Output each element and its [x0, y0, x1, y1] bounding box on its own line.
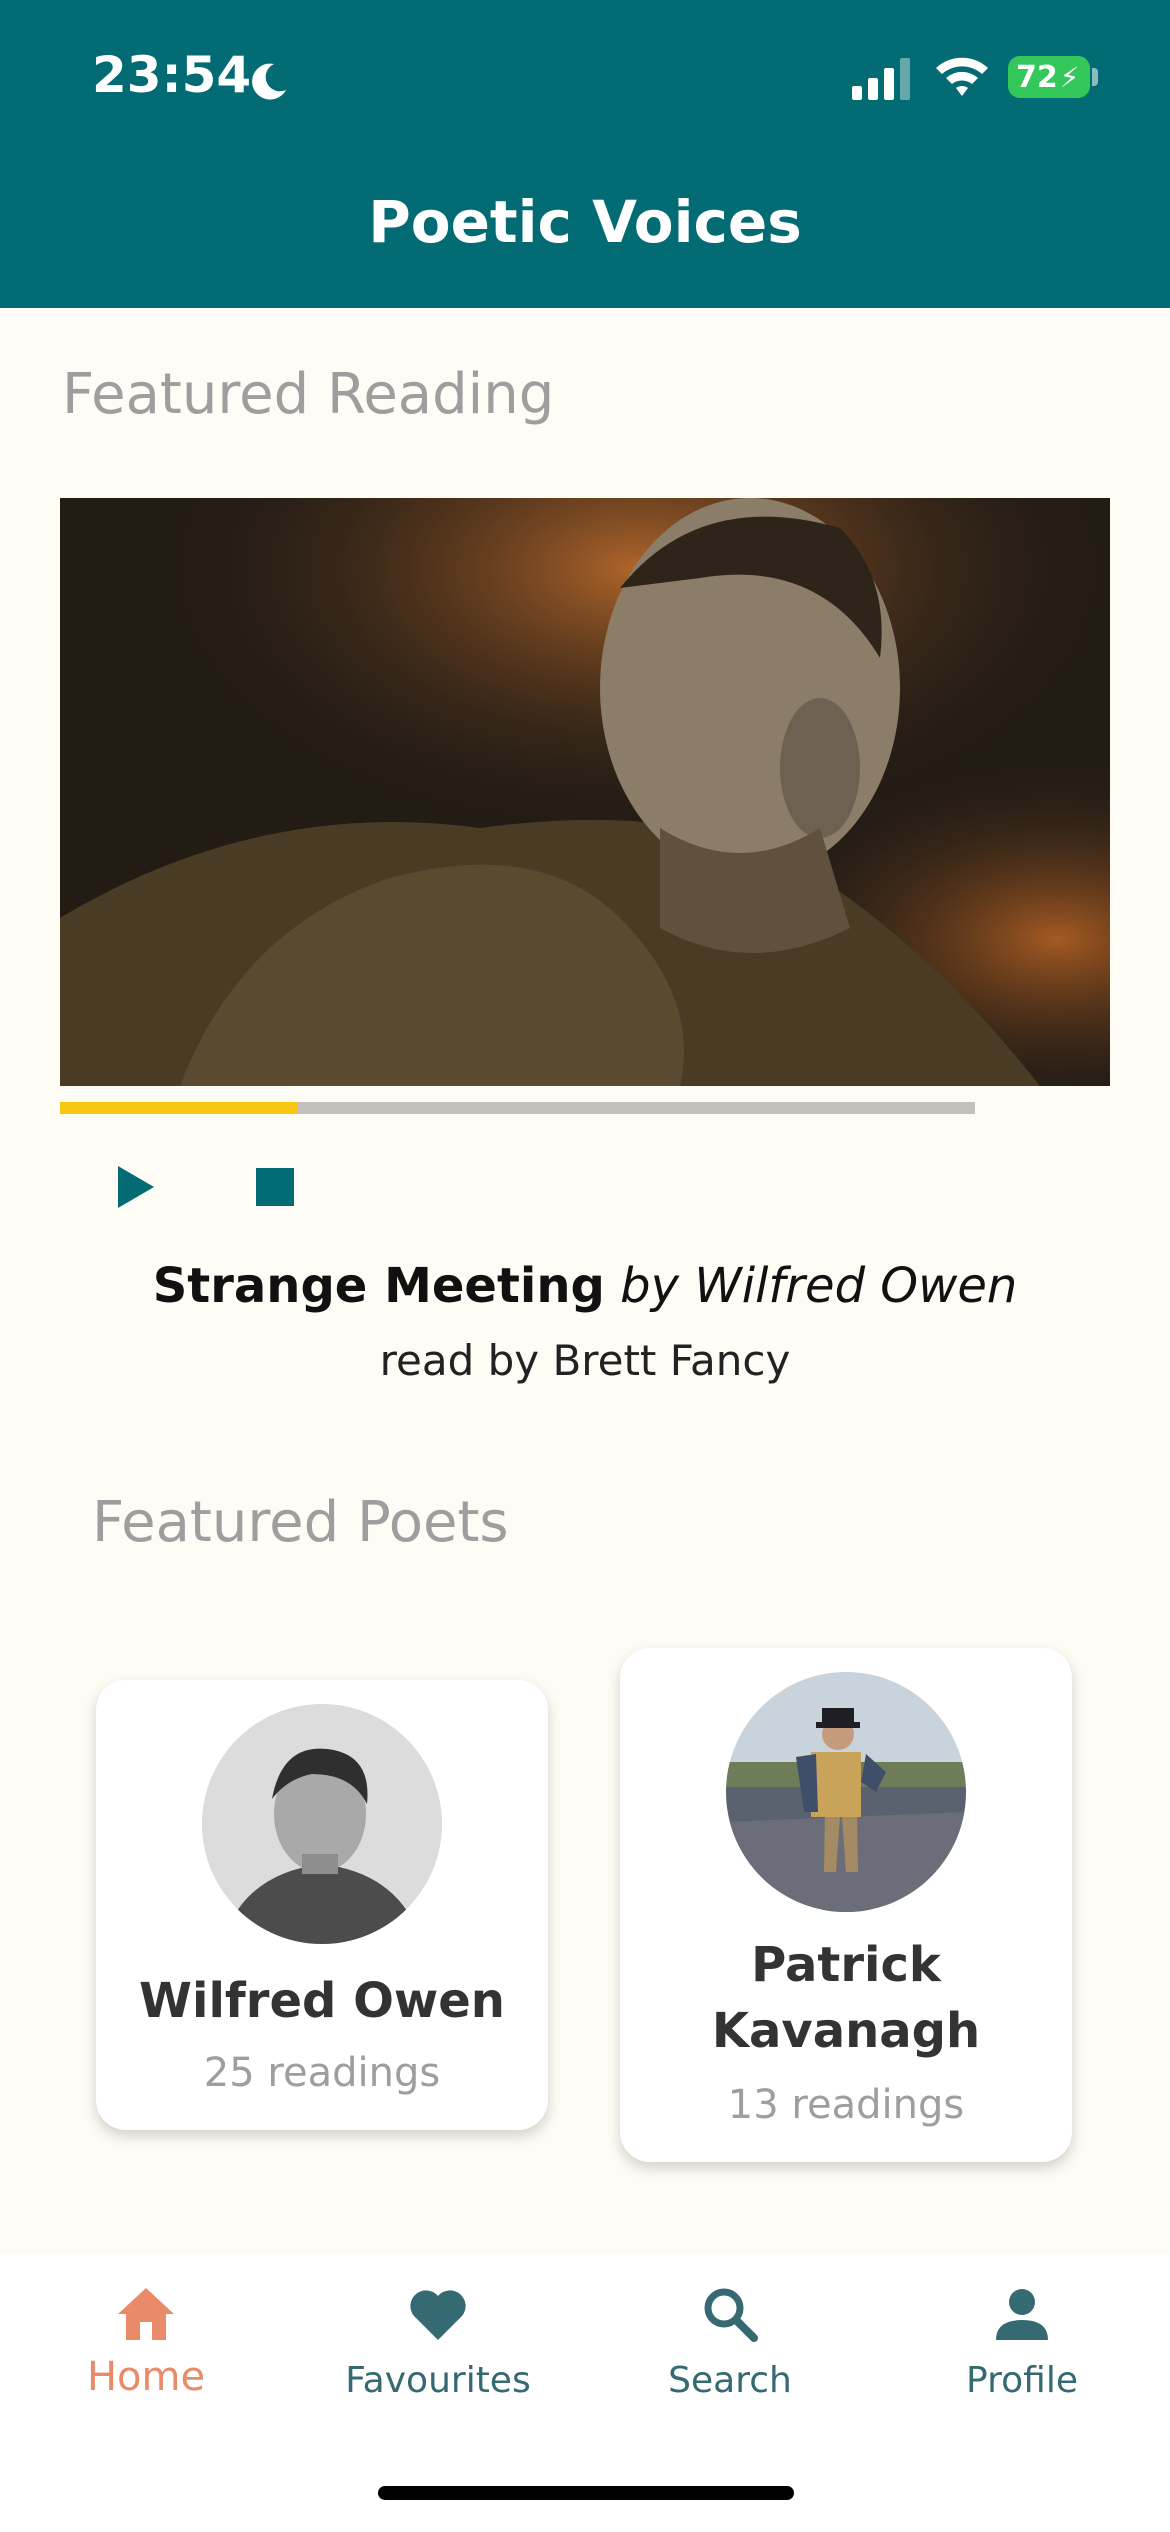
video-frame-image: [60, 498, 1110, 1086]
video-progress-bar[interactable]: [60, 1102, 975, 1114]
app-header: 23:54 72 ⚡ Poetic Voices: [0, 0, 1170, 308]
poet-card-patrick-kavanagh[interactable]: Patrick Kavanagh 13 readings: [620, 1648, 1072, 2162]
stop-icon[interactable]: [256, 1168, 294, 1206]
battery-cap: [1092, 68, 1098, 86]
featured-video[interactable]: [60, 498, 1110, 1086]
nav-item-profile[interactable]: Profile: [876, 2254, 1168, 2424]
battery-level: 72: [1016, 59, 1058, 95]
poet-card-wilfred-owen[interactable]: Wilfred Owen 25 readings: [96, 1680, 548, 2130]
poem-author: by Wilfred Owen: [620, 1258, 1018, 1314]
nav-label-profile: Profile: [966, 2360, 1078, 2401]
signal-icon: [852, 58, 910, 100]
nav-label-favourites: Favourites: [345, 2360, 531, 2401]
poet-reading-count: 13 readings: [727, 2082, 965, 2128]
wifi-icon: [936, 57, 988, 96]
nav-item-search[interactable]: Search: [584, 2254, 876, 2424]
nav-item-favourites[interactable]: Favourites: [292, 2254, 584, 2424]
poet-name: Patrick Kavanagh: [620, 1932, 1072, 2064]
nav-label-home: Home: [86, 2354, 206, 2400]
reader-credit: read by Brett Fancy: [379, 1336, 791, 1385]
person-icon: [996, 2289, 1048, 2340]
featured-poets-heading: Featured Poets: [92, 1490, 509, 1555]
poet-name: Wilfred Owen: [139, 1973, 505, 2029]
status-time: 23:54: [92, 46, 252, 104]
page-title: Poetic Voices: [368, 188, 802, 256]
home-indicator: [378, 2486, 794, 2500]
play-icon[interactable]: [112, 1162, 160, 1212]
poet-avatar: [202, 1704, 442, 1944]
video-progress-fill: [60, 1102, 298, 1114]
poet-name-line2: Kavanagh: [711, 2003, 981, 2059]
nav-item-home[interactable]: Home: [0, 2254, 292, 2424]
nav-label-search: Search: [668, 2360, 792, 2401]
search-icon: [704, 2288, 758, 2342]
poet-avatar: [726, 1672, 966, 1912]
poet-name-line1: Patrick: [751, 1937, 941, 1993]
battery-charging-icon: 72 ⚡: [1008, 56, 1090, 98]
featured-reading-heading: Featured Reading: [62, 362, 555, 427]
poet-reading-count: 25 readings: [203, 2050, 441, 2096]
app-screen: 23:54 72 ⚡ Poetic Voices Featured Reading: [0, 0, 1170, 2532]
heart-icon: [410, 2290, 466, 2340]
home-icon: [118, 2288, 174, 2340]
poem-title: Strange Meeting: [152, 1258, 605, 1314]
moon-icon: [252, 63, 286, 100]
reading-title: Strange Meeting by Wilfred Owen: [0, 1258, 1170, 1314]
